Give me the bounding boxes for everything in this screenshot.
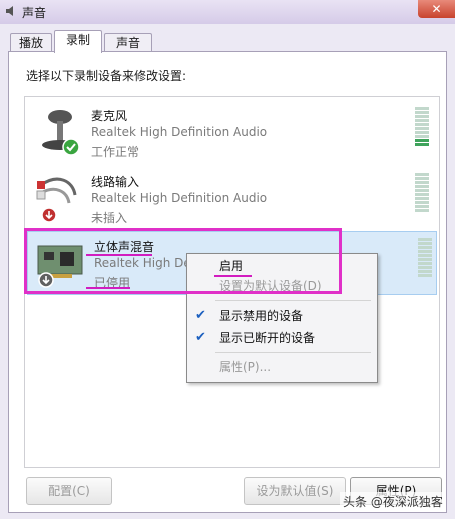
level-meter <box>415 107 429 153</box>
close-button[interactable]: ✕ <box>418 0 455 18</box>
menu-item-show-disabled[interactable]: 显示禁用的设备 <box>219 307 303 325</box>
instruction-text: 选择以下录制设备来修改设置: <box>26 69 187 83</box>
configure-button[interactable]: 配置(C) <box>26 477 112 505</box>
menu-item-enable[interactable]: 启用 <box>219 257 243 275</box>
menu-separator <box>215 300 371 301</box>
checkmark-icon: ✔ <box>195 330 206 345</box>
menu-separator <box>215 352 371 353</box>
menu-item-properties[interactable]: 属性(P)... <box>219 358 271 376</box>
device-status: 未插入 <box>91 211 128 225</box>
device-item-microphone[interactable]: 麦克风 Realtek High Definition Audio 工作正常 <box>25 101 437 163</box>
title-bar: 声音 ✕ <box>0 0 455 24</box>
annotation-underline <box>86 254 152 256</box>
level-meter <box>415 173 429 219</box>
device-driver: Realtek High Defi <box>94 256 199 270</box>
level-meter <box>418 238 432 284</box>
tab-sounds[interactable]: 声音 <box>104 33 152 52</box>
device-name: 麦克风 <box>91 109 128 123</box>
annotation-underline <box>214 275 252 277</box>
microphone-icon <box>42 110 80 156</box>
speaker-icon <box>6 6 13 16</box>
device-driver: Realtek High Definition Audio <box>91 125 268 139</box>
set-default-button[interactable]: 设为默认值(S) <box>244 477 346 505</box>
context-menu: 启用 设置为默认设备(D) ✔ 显示禁用的设备 ✔ 显示已断开的设备 属性(P)… <box>186 253 378 383</box>
sound-card-icon <box>37 245 83 288</box>
checkmark-icon: ✔ <box>195 308 206 323</box>
watermark: 头条 @夜深派独客 <box>340 492 446 511</box>
tab-playback[interactable]: 播放 <box>10 33 52 52</box>
device-name: 立体声混音 <box>94 240 155 254</box>
device-item-line-in[interactable]: 线路输入 Realtek High Definition Audio 未插入 <box>25 167 437 229</box>
menu-item-set-default[interactable]: 设置为默认设备(D) <box>219 277 322 295</box>
line-in-cable-icon <box>36 177 77 223</box>
menu-item-show-disconnected[interactable]: 显示已断开的设备 <box>219 329 315 347</box>
device-driver: Realtek High Definition Audio <box>91 191 268 205</box>
device-status: 工作正常 <box>91 145 140 159</box>
device-name: 线路输入 <box>91 175 140 189</box>
window-title: 声音 <box>22 6 47 20</box>
annotation-underline <box>86 287 130 289</box>
tab-recording[interactable]: 录制 <box>54 30 102 53</box>
